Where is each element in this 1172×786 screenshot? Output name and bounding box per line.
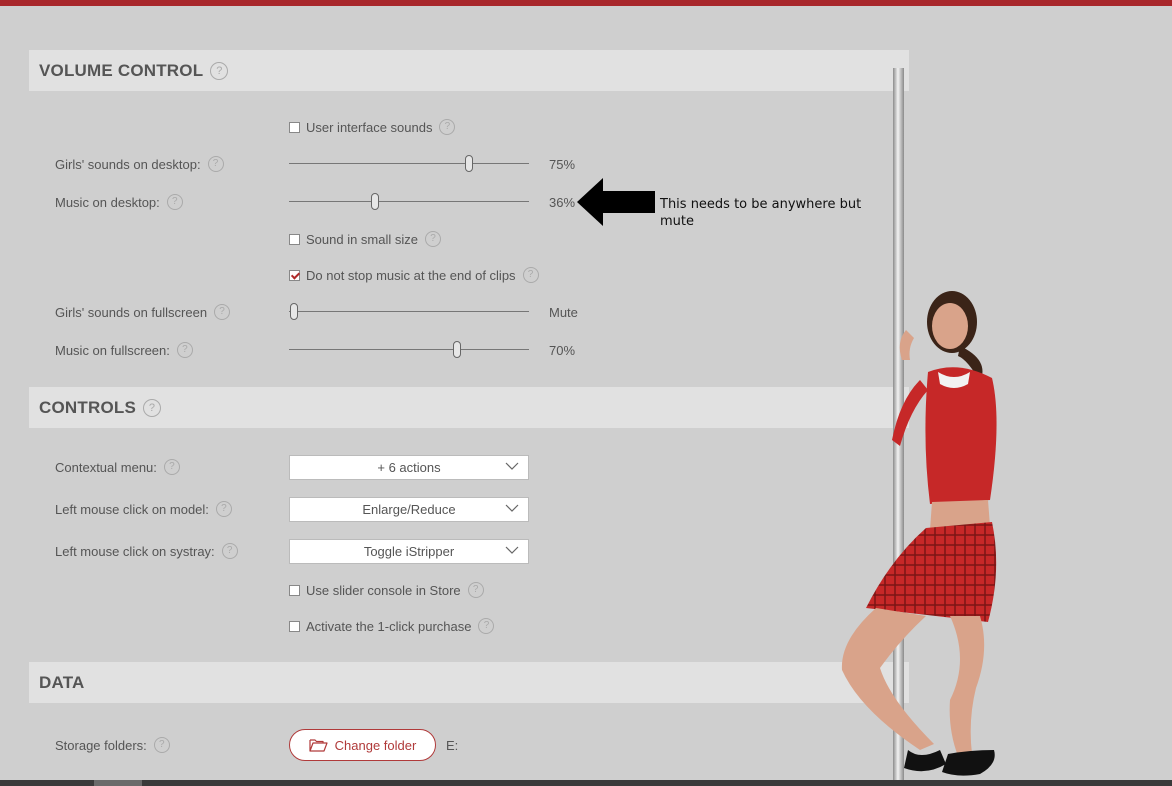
music-desktop-row-label: Music on desktop: ? <box>55 194 183 210</box>
storage-row-label: Storage folders: ? <box>55 737 170 753</box>
slider-handle[interactable] <box>371 193 380 210</box>
help-icon[interactable]: ? <box>207 156 224 172</box>
music-desktop-slider[interactable] <box>289 192 529 212</box>
help-icon[interactable]: ? <box>221 543 238 559</box>
small-size-checkbox[interactable] <box>289 233 300 245</box>
left-click-systray-select[interactable]: Toggle iStripper <box>289 539 529 564</box>
girls-fullscreen-label: Girls' sounds on fullscreen <box>55 304 208 320</box>
no-stop-music-checkbox[interactable] <box>289 269 300 281</box>
contextual-menu-select[interactable]: + 6 actions <box>289 455 529 480</box>
help-icon[interactable]: ? <box>176 342 193 358</box>
music-fullscreen-row-label: Music on fullscreen: ? <box>55 342 193 358</box>
left-click-model-row-label: Left mouse click on model: ? <box>55 501 232 517</box>
help-icon[interactable]: ? <box>142 398 161 417</box>
storage-drive: E: <box>446 738 459 753</box>
left-click-systray-label: Left mouse click on systray: <box>55 543 215 559</box>
slider-handle[interactable] <box>453 341 461 358</box>
one-click-label: Activate the 1-click purchase <box>306 618 472 634</box>
scrollbar-thumb[interactable] <box>94 780 142 786</box>
change-folder-label: Change folder <box>334 737 417 753</box>
no-stop-music-option[interactable]: Do not stop music at the end of clips ? <box>289 267 539 283</box>
annotation-arrow-icon <box>577 178 655 226</box>
help-icon[interactable]: ? <box>522 267 539 283</box>
girls-desktop-value: 75% <box>549 157 576 172</box>
contextual-menu-value: + 6 actions <box>377 460 441 475</box>
chevron-down-icon <box>505 546 519 554</box>
model-figure-image <box>841 68 997 786</box>
girls-fullscreen-value: Mute <box>549 305 578 320</box>
slider-console-checkbox[interactable] <box>289 584 300 596</box>
chevron-down-icon <box>505 462 519 470</box>
slider-console-label: Use slider console in Store <box>306 582 461 598</box>
slider-track <box>289 201 529 202</box>
slider-track <box>289 311 529 312</box>
left-click-systray-row-label: Left mouse click on systray: ? <box>55 543 238 559</box>
storage-label: Storage folders: <box>55 737 147 753</box>
slider-handle[interactable] <box>465 155 473 172</box>
small-size-option[interactable]: Sound in small size ? <box>289 231 441 247</box>
help-icon[interactable]: ? <box>166 194 183 210</box>
contextual-menu-label: Contextual menu: <box>55 459 157 475</box>
help-icon[interactable]: ? <box>467 582 484 598</box>
section-header-volume: VOLUME CONTROL ? <box>29 50 909 91</box>
help-icon[interactable]: ? <box>439 119 456 135</box>
help-icon[interactable]: ? <box>214 304 231 320</box>
one-click-option[interactable]: Activate the 1-click purchase ? <box>289 618 495 634</box>
help-icon[interactable]: ? <box>163 459 180 475</box>
change-folder-button[interactable]: Change folder <box>289 729 436 761</box>
section-title-controls: CONTROLS <box>39 397 136 417</box>
help-icon[interactable]: ? <box>215 501 232 517</box>
no-stop-music-label: Do not stop music at the end of clips <box>306 267 516 283</box>
section-header-controls: CONTROLS ? <box>29 387 909 428</box>
chevron-down-icon <box>505 504 519 512</box>
slider-console-option[interactable]: Use slider console in Store ? <box>289 582 484 598</box>
bottom-scrollbar[interactable] <box>0 780 1172 786</box>
left-click-systray-value: Toggle iStripper <box>363 544 455 559</box>
one-click-checkbox[interactable] <box>289 620 300 632</box>
ui-sounds-label: User interface sounds <box>306 119 433 135</box>
help-icon[interactable]: ? <box>153 737 170 753</box>
slider-track <box>289 163 529 164</box>
left-click-model-value: Enlarge/Reduce <box>362 502 456 517</box>
slider-handle[interactable] <box>290 303 298 320</box>
help-icon[interactable]: ? <box>425 231 441 247</box>
ui-sounds-checkbox[interactable] <box>289 121 300 133</box>
top-accent-bar <box>0 0 1172 6</box>
music-fullscreen-label: Music on fullscreen: <box>55 342 170 358</box>
slider-track <box>289 349 529 350</box>
music-fullscreen-value: 70% <box>549 343 576 358</box>
girls-fullscreen-slider[interactable] <box>289 302 529 322</box>
ui-sounds-option[interactable]: User interface sounds ? <box>289 119 456 135</box>
section-title-data: DATA <box>39 672 85 692</box>
left-click-model-label: Left mouse click on model: <box>55 501 209 517</box>
left-click-model-select[interactable]: Enlarge/Reduce <box>289 497 529 522</box>
music-desktop-label: Music on desktop: <box>55 194 160 210</box>
folder-open-icon <box>309 739 328 752</box>
music-desktop-value: 36% <box>549 195 576 210</box>
small-size-label: Sound in small size <box>306 231 418 247</box>
section-header-data: DATA <box>29 662 909 703</box>
music-fullscreen-slider[interactable] <box>289 340 529 360</box>
girls-fullscreen-row-label: Girls' sounds on fullscreen ? <box>55 304 231 320</box>
help-icon[interactable]: ? <box>210 61 229 80</box>
contextual-menu-row-label: Contextual menu: ? <box>55 459 180 475</box>
girls-desktop-slider[interactable] <box>289 154 529 174</box>
section-title-volume: VOLUME CONTROL <box>39 60 204 80</box>
girls-desktop-label: Girls' sounds on desktop: <box>55 156 201 172</box>
help-icon[interactable]: ? <box>478 618 495 634</box>
girls-desktop-row-label: Girls' sounds on desktop: ? <box>55 156 224 172</box>
